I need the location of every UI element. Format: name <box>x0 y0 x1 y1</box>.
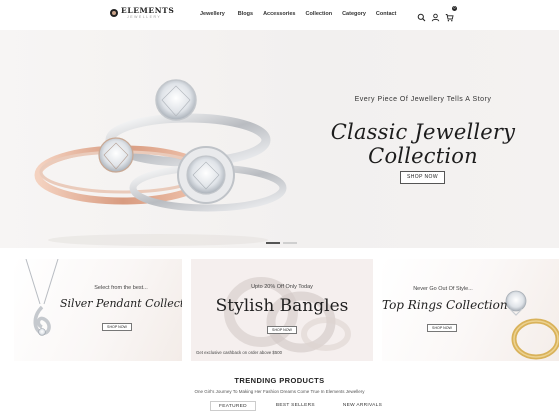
product-tabs: FEATURED BEST SELLERS NEW ARRIVALS <box>210 401 402 411</box>
cart-count-badge: 0 <box>452 6 457 11</box>
rings-image <box>34 79 287 246</box>
banner-cashback-note: Get exclusive cashback on order above $5… <box>196 350 282 355</box>
tab-best-sellers[interactable]: BEST SELLERS <box>268 401 323 411</box>
hero-shop-now-button[interactable]: SHOP NOW <box>400 171 445 184</box>
banner-title: Top Rings Collection <box>382 298 508 312</box>
logo-icon <box>110 9 118 17</box>
banner-shop-now-button[interactable]: SHOP NOW <box>427 324 457 332</box>
hero-slider: Every Piece Of Jewellery Tells A Story C… <box>0 30 559 248</box>
brand-name: ELEMENTS <box>121 6 175 15</box>
banner-top-rings[interactable]: Never Go Out Of Style... Top Rings Colle… <box>382 259 559 361</box>
tab-featured[interactable]: FEATURED <box>210 401 256 411</box>
main-nav: Jewellery Blogs Accessories Collection C… <box>200 11 406 17</box>
banner-stylish-bangles[interactable]: Upto 20% Off Only Today Stylish Bangles … <box>191 259 373 361</box>
banner-shop-now-button[interactable]: SHOP NOW <box>267 326 297 334</box>
slider-dot-1[interactable] <box>266 242 280 244</box>
banner-kicker: Select from the best... <box>94 285 148 291</box>
nav-collection[interactable]: Collection <box>305 11 332 17</box>
nav-accessories[interactable]: Accessories <box>263 11 295 17</box>
trending-title: TRENDING PRODUCTS <box>234 376 325 385</box>
nav-jewellery[interactable]: Jewellery <box>200 11 225 17</box>
hero-title: Classic Jewellery Collection <box>330 120 516 168</box>
banner-title: Silver Pendant Collection <box>60 297 182 310</box>
slider-dot-2[interactable] <box>283 242 297 244</box>
site-header: ELEMENTS JEWELLERY Jewellery Blogs Acces… <box>0 0 559 30</box>
banner-silver-pendant[interactable]: Select from the best... Silver Pendant C… <box>14 259 182 361</box>
gold-ring-image <box>505 290 559 360</box>
banner-title: Stylish Bangles <box>215 296 349 316</box>
header-actions: 0 <box>417 6 459 22</box>
slider-pagination <box>266 242 300 244</box>
banner-kicker: Upto 20% Off Only Today <box>251 284 313 290</box>
pendant-image <box>25 259 59 336</box>
nav-category[interactable]: Category <box>342 11 366 17</box>
nav-blogs[interactable]: Blogs <box>238 11 253 17</box>
banner-shop-now-button[interactable]: SHOP NOW <box>102 323 132 331</box>
tab-new-arrivals[interactable]: NEW ARRIVALS <box>335 401 390 411</box>
search-icon[interactable] <box>417 9 426 22</box>
cart-icon[interactable]: 0 <box>445 6 457 22</box>
user-icon[interactable] <box>431 9 440 22</box>
banner-kicker: Never Go Out Of Style... <box>413 286 473 292</box>
brand-subtitle: JEWELLERY <box>127 14 162 19</box>
hero-tagline: Every Piece Of Jewellery Tells A Story <box>354 96 492 103</box>
nav-contact[interactable]: Contact <box>376 11 396 17</box>
trending-subtitle: One Girl's Journey To Making Her Fashion… <box>194 389 365 394</box>
brand-logo[interactable]: ELEMENTS JEWELLERY <box>110 7 174 19</box>
